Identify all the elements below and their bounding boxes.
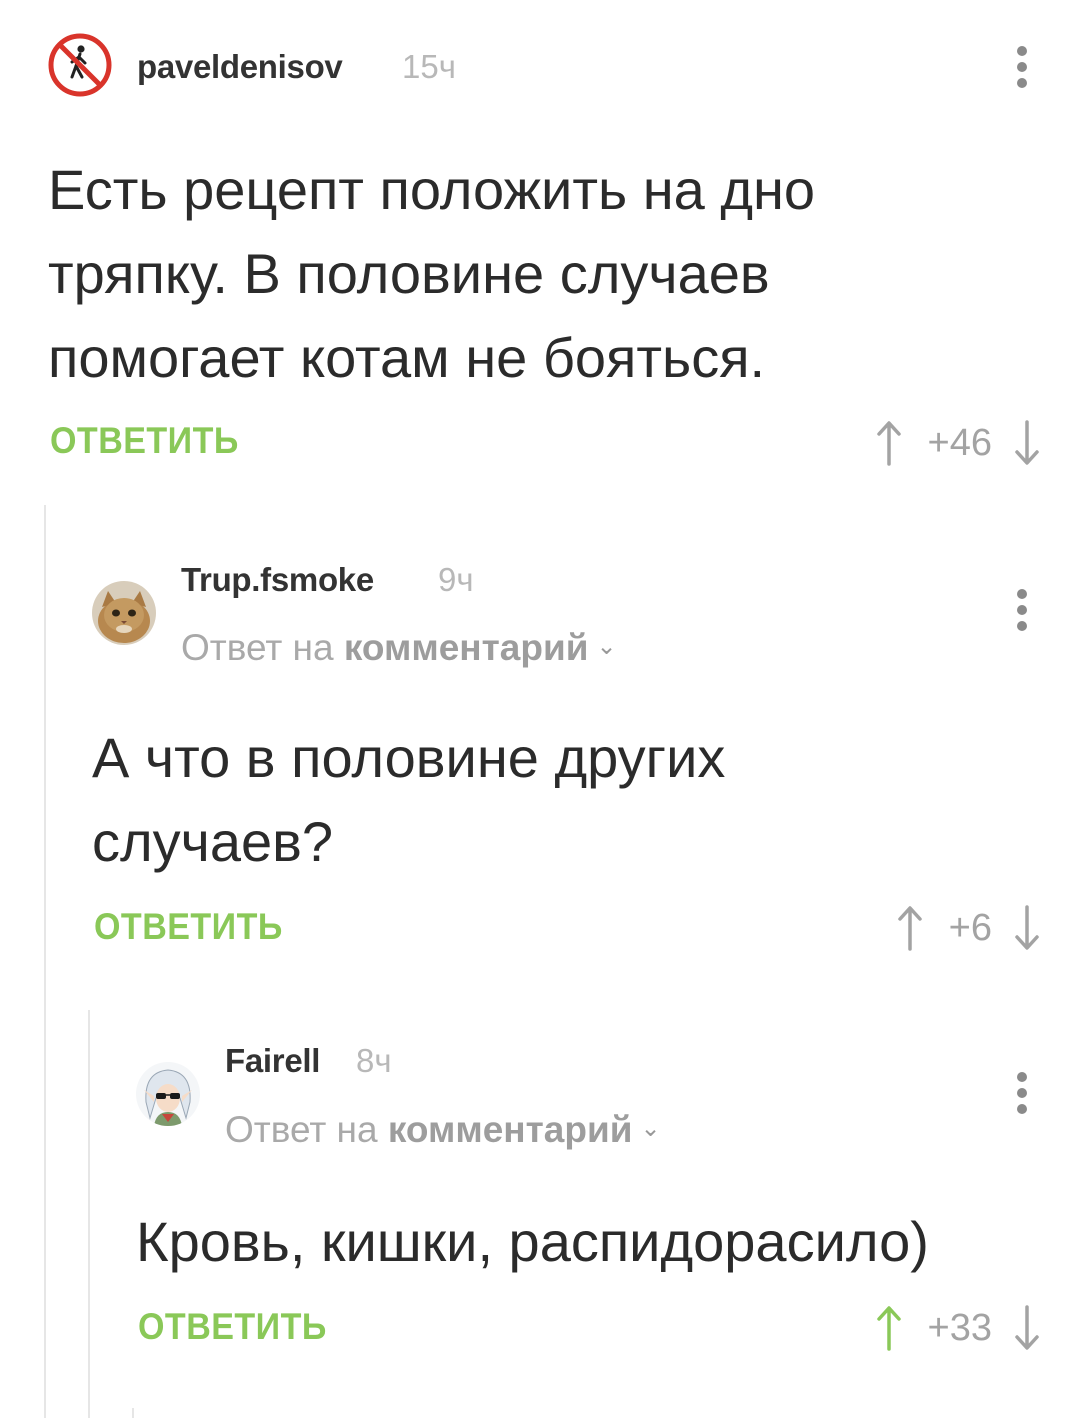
vote-controls: +6 <box>897 903 1040 953</box>
username[interactable]: Fairell <box>225 1042 320 1080</box>
upvote-arrow-icon[interactable] <box>876 1305 902 1351</box>
comment-line: Есть рецепт положить на дно <box>48 158 816 221</box>
reply-to-link[interactable]: Ответ на комментарий ⌄ <box>181 627 617 669</box>
downvote-arrow-icon[interactable] <box>1014 1305 1040 1351</box>
more-options-icon[interactable] <box>1007 37 1037 97</box>
reply-button[interactable]: ОТВЕТИТЬ <box>94 906 283 948</box>
username[interactable]: paveldenisov <box>137 48 343 86</box>
rating-value: +6 <box>948 906 992 949</box>
no-pedestrian-icon <box>48 33 112 97</box>
chevron-down-icon: ⌄ <box>596 633 617 660</box>
username[interactable]: Trup.fsmoke <box>181 561 374 599</box>
reply-to-prefix: Ответ на <box>225 1109 388 1150</box>
avatar[interactable] <box>48 33 112 97</box>
comment-body: Есть рецепт положить на дно тряпку. В по… <box>48 148 815 400</box>
reply-to-link[interactable]: Ответ на комментарий ⌄ <box>225 1109 661 1151</box>
chevron-down-icon: ⌄ <box>640 1115 661 1142</box>
reply-to-target: комментарий <box>387 1109 633 1150</box>
more-options-icon[interactable] <box>1007 1063 1037 1123</box>
comment-time: 8ч <box>356 1042 392 1079</box>
thread-line-level-2 <box>88 1010 90 1418</box>
avatar[interactable] <box>92 581 156 645</box>
rating-value: +46 <box>927 421 992 464</box>
upvote-arrow-icon[interactable] <box>897 905 923 951</box>
comment-body: Кровь, кишки, распидорасило) <box>136 1200 929 1284</box>
anime-character-avatar-image <box>136 1062 200 1126</box>
vote-controls: +46 <box>876 418 1040 468</box>
thread-line-level-1 <box>44 505 46 1418</box>
comment-line: случаев? <box>92 810 334 873</box>
vote-controls: +33 <box>876 1303 1040 1353</box>
comment-line: тряпку. В половине случаев <box>48 242 770 305</box>
thread-line-level-3 <box>132 1408 134 1418</box>
upvote-arrow-icon[interactable] <box>876 420 902 466</box>
cat-avatar-image <box>92 581 156 645</box>
comment-line: помогает котам не бояться. <box>48 326 766 389</box>
comment-time: 15ч <box>402 48 456 85</box>
reply-button[interactable]: ОТВЕТИТЬ <box>50 420 239 462</box>
comment-line: Кровь, кишки, распидорасило) <box>136 1210 929 1273</box>
comment-body: А что в половине других случаев? <box>92 716 725 884</box>
more-options-icon[interactable] <box>1007 580 1037 640</box>
reply-button[interactable]: ОТВЕТИТЬ <box>138 1306 327 1348</box>
comment-time: 9ч <box>438 561 474 598</box>
rating-value: +33 <box>927 1306 992 1349</box>
avatar[interactable] <box>136 1062 200 1126</box>
reply-to-prefix: Ответ на <box>181 627 344 668</box>
downvote-arrow-icon[interactable] <box>1014 905 1040 951</box>
reply-to-target: комментарий <box>343 627 589 668</box>
downvote-arrow-icon[interactable] <box>1014 420 1040 466</box>
comment-line: А что в половине других <box>92 726 726 789</box>
